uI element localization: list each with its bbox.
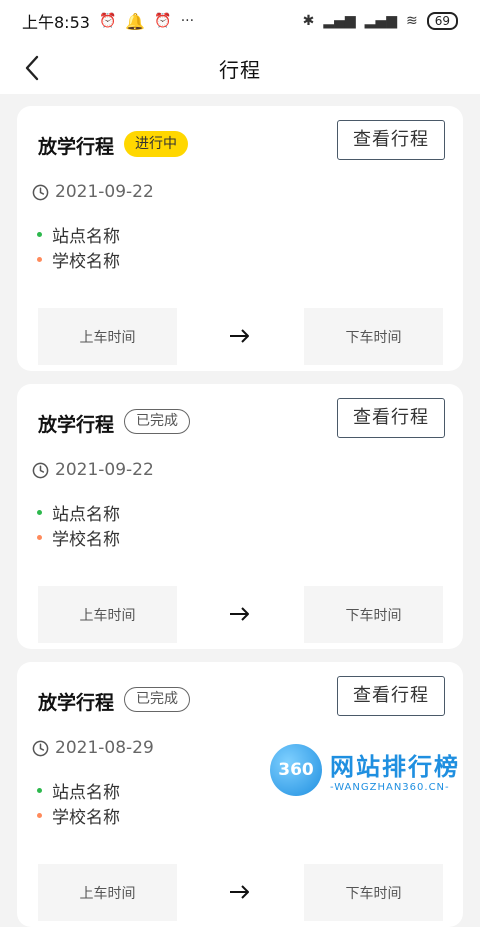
clock-icon — [32, 740, 49, 756]
page-title: 行程 — [219, 57, 261, 82]
end-dot-icon — [37, 535, 42, 540]
status-left: 上午8:53 ⏰ 🔔 ⏰ ··· — [22, 9, 194, 33]
trip-date-row: 2021-08-29 — [32, 738, 154, 758]
status-time: 上午8:53 — [22, 13, 90, 32]
stop-start: 站点名称 — [37, 500, 120, 525]
stop-end: 学校名称 — [37, 525, 120, 550]
trip-date: 2021-09-22 — [55, 460, 154, 480]
stop-end: 学校名称 — [37, 247, 120, 272]
trip-date: 2021-09-22 — [55, 182, 154, 202]
qq-icon: 🔔 — [125, 11, 146, 31]
end-dot-icon — [37, 813, 42, 818]
stop-end-label: 学校名称 — [52, 530, 120, 550]
alarm-icon-2: ⏰ — [154, 13, 172, 29]
right-arrow-icon — [230, 885, 249, 899]
start-dot-icon — [37, 510, 42, 515]
back-arrow-icon[interactable] — [20, 54, 46, 82]
wifi-icon: ≋ — [405, 13, 418, 29]
alarm-icon: ⏰ — [98, 13, 117, 29]
nav-bar: 行程 — [0, 42, 480, 94]
status-bar: 上午8:53 ⏰ 🔔 ⏰ ··· ✱ ▂▄▆ ▂▄▆ ≋ 69 — [0, 0, 480, 42]
stop-end-label: 学校名称 — [52, 808, 120, 828]
more-dots-icon: ··· — [180, 13, 195, 29]
right-arrow-icon — [230, 329, 249, 343]
trip-date-row: 2021-09-22 — [32, 460, 154, 480]
watermark-cn: 网站排行榜 — [330, 753, 460, 781]
start-dot-icon — [37, 788, 42, 793]
trip-card: 放学行程 已完成 查看行程 2021-09-22 站点名称 学校名称 上车时间 … — [17, 384, 463, 649]
stop-start: 站点名称 — [37, 778, 120, 803]
battery-indicator: 69 — [426, 12, 458, 30]
clock-icon — [32, 184, 49, 200]
status-badge: 已完成 — [124, 409, 190, 434]
view-trip-button[interactable]: 查看行程 — [337, 398, 445, 438]
stop-start-label: 站点名称 — [52, 505, 120, 525]
trip-title: 放学行程 — [38, 692, 115, 714]
stop-start-label: 站点名称 — [52, 227, 120, 247]
stop-start-label: 站点名称 — [52, 783, 120, 803]
stop-end-label: 学校名称 — [52, 252, 120, 272]
end-dot-icon — [37, 257, 42, 262]
watermark-logo: 360 — [270, 744, 322, 796]
clock-icon — [32, 462, 49, 478]
trip-card: 放学行程 进行中 查看行程 2021-09-22 站点名称 学校名称 上车时间 … — [17, 106, 463, 371]
trip-date: 2021-08-29 — [55, 738, 154, 758]
trip-date-row: 2021-09-22 — [32, 182, 154, 202]
start-dot-icon — [37, 232, 42, 237]
view-trip-button[interactable]: 查看行程 — [337, 120, 445, 160]
alight-time-box: 下车时间 — [304, 308, 443, 365]
trip-title: 放学行程 — [38, 136, 115, 158]
watermark: 360 网站排行榜 -WANGZHAN360.CN- — [270, 740, 480, 800]
status-badge: 已完成 — [124, 687, 190, 712]
board-time-box: 上车时间 — [38, 864, 177, 921]
view-trip-button[interactable]: 查看行程 — [337, 676, 445, 716]
alight-time-box: 下车时间 — [304, 586, 443, 643]
trip-title: 放学行程 — [38, 414, 115, 436]
signal-icon: ▂▄▆ — [323, 13, 356, 29]
signal-icon-2: ▂▄▆ — [364, 13, 397, 29]
board-time-box: 上车时间 — [38, 586, 177, 643]
alight-time-box: 下车时间 — [304, 864, 443, 921]
right-arrow-icon — [230, 607, 249, 621]
stop-start: 站点名称 — [37, 222, 120, 247]
board-time-box: 上车时间 — [38, 308, 177, 365]
status-right: ✱ ▂▄▆ ▂▄▆ ≋ 69 — [303, 12, 458, 30]
stop-end: 学校名称 — [37, 803, 120, 828]
watermark-en: -WANGZHAN360.CN- — [330, 782, 450, 793]
status-badge: 进行中 — [124, 131, 188, 157]
bluetooth-icon: ✱ — [302, 13, 315, 29]
